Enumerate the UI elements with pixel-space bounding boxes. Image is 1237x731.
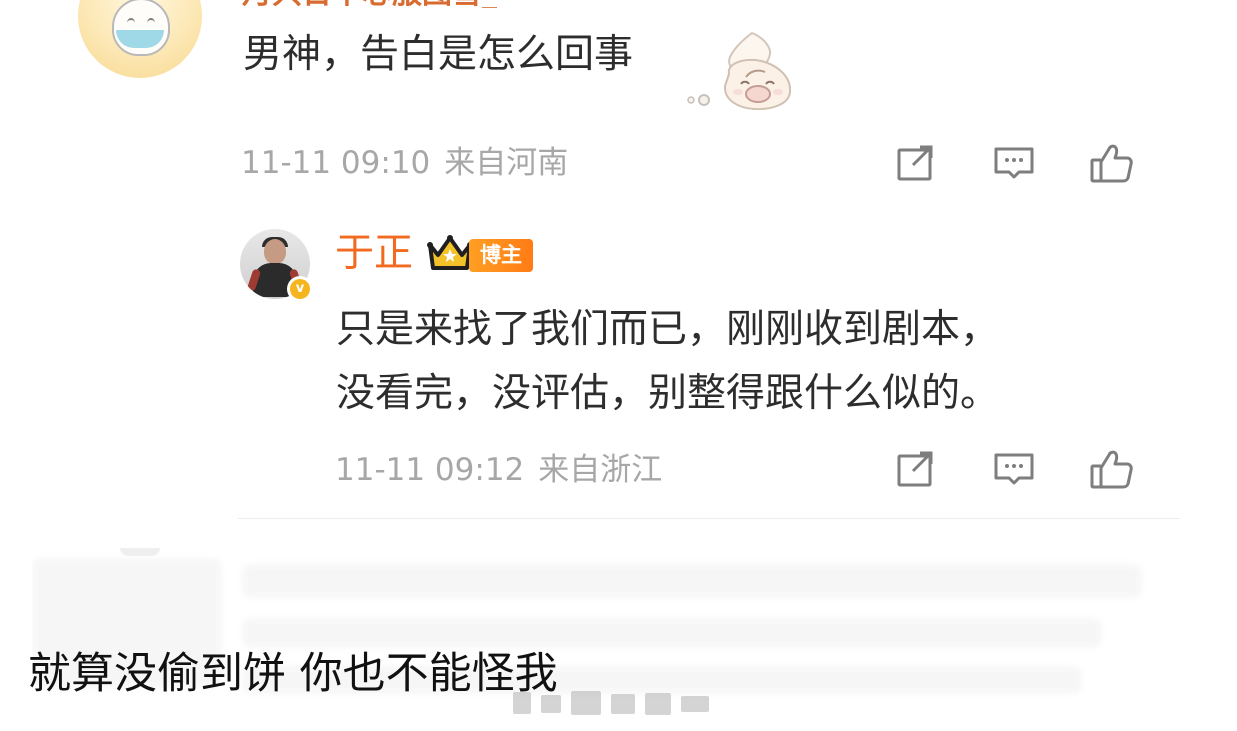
watermark-piece [681,696,709,712]
screenshot-root: 月只日中心服图雪_ 男神，告白是怎么回事 11-11 09:10 来自河南 [0,0,1237,731]
reply-location: 来自浙江 [538,452,663,488]
top-commenter-name-clip[interactable]: 月只日中心服图雪_ [242,0,702,8]
share-icon[interactable] [892,446,940,494]
top-comment-text: 男神，告白是怎么回事 [243,32,634,77]
top-commenter-name[interactable]: 月只日中心服图雪_ [242,0,497,8]
comment-meta-row: 11-11 09:10 来自河南 [241,143,568,183]
caption-text: 就算没偷到饼 你也不能怪我 [28,649,558,699]
top-commenter-avatar[interactable] [78,0,202,78]
like-icon[interactable] [1088,446,1136,494]
comment-icon[interactable] [990,140,1038,188]
verified-badge-icon: v [287,276,313,302]
comment-location: 来自河南 [444,145,569,181]
avatar-head [264,239,286,264]
comment-divider [238,518,1180,519]
blurred-block [242,564,1142,598]
reply-text-line: 只是来找了我们而已，刚刚收到剧本， [336,307,1000,352]
reply-user-name[interactable]: 于正 [335,229,413,279]
comment-icon[interactable] [990,446,1038,494]
watermark [513,688,723,722]
blogger-badge: 博主 [469,239,533,272]
watermark-piece [645,693,671,715]
verified-badge-inner: v [290,279,310,299]
comment-time: 11-11 09:10 [241,145,431,181]
reply-meta-row: 11-11 09:12 来自浙江 [335,450,662,490]
like-icon[interactable] [1088,140,1136,188]
reply-text-line: 没看完，没评估，别整得跟什么似的。 [336,371,1000,416]
watermark-piece [571,691,601,715]
reply-time: 11-11 09:12 [335,452,525,488]
share-icon[interactable] [892,140,940,188]
reply-text: 只是来找了我们而已，刚刚收到剧本， 没看完，没评估，别整得跟什么似的。 [336,298,1136,426]
watermark-piece [513,692,531,714]
watermark-piece [541,695,561,713]
crown-icon [427,235,473,270]
blurred-block [242,618,1102,648]
cute-sticker-icon [687,31,792,110]
watermark-piece [611,694,635,714]
